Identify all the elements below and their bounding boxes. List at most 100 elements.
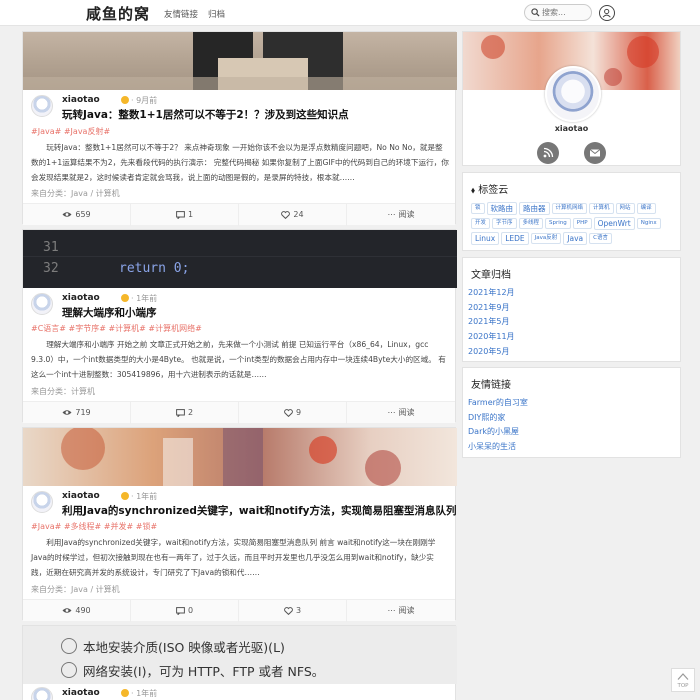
- author-name[interactable]: xiaotao: [62, 688, 100, 698]
- rss-icon: [543, 147, 554, 158]
- tag-cloud-header: ⬧ 标签云: [471, 181, 508, 196]
- tag-cloud-item[interactable]: 网站: [615, 202, 635, 214]
- post-banner-image[interactable]: [23, 428, 457, 486]
- rss-button[interactable]: [537, 142, 559, 164]
- nav-archive-link[interactable]: 归档: [208, 8, 225, 20]
- post-footer: 719 2 9 ⋯ 阅读: [23, 401, 455, 424]
- back-to-top-button[interactable]: TOP: [671, 668, 695, 692]
- author-avatar[interactable]: [31, 293, 53, 315]
- more-dots-icon: ⋯: [387, 408, 396, 417]
- post-tags[interactable]: #Java# #多线程# #并发# #锁#: [31, 521, 157, 532]
- site-title[interactable]: 咸鱼的窝: [86, 3, 150, 24]
- archive-link[interactable]: 2021年12月: [468, 286, 668, 301]
- author-avatar[interactable]: [31, 95, 53, 117]
- search-box[interactable]: [524, 4, 592, 21]
- radio-option-icon: [61, 662, 77, 678]
- tag-cloud-item[interactable]: Java反射: [530, 232, 562, 244]
- archive-link[interactable]: 2021年5月: [468, 315, 668, 330]
- read-more-button[interactable]: ⋯ 阅读: [347, 402, 455, 424]
- tag-cloud-item[interactable]: Nginx: [636, 217, 661, 229]
- post-banner-image[interactable]: [23, 32, 457, 90]
- post-time: · 1年前: [131, 689, 158, 698]
- tag-cloud-item[interactable]: 路由器: [519, 201, 550, 215]
- comments-button[interactable]: 1: [131, 204, 239, 226]
- friend-links-list: Farmer的自习室 DIY熙的家 Dark的小黑屋 小呆呆的生活: [468, 396, 668, 455]
- archive-link[interactable]: 2021年9月: [468, 301, 668, 316]
- archive-link[interactable]: 2020年5月: [468, 345, 668, 360]
- top-navbar: 咸鱼的窝 友情链接 归档: [0, 0, 700, 26]
- archive-title: 文章归档: [471, 270, 511, 281]
- tag-cloud-item[interactable]: 软路由: [486, 201, 518, 215]
- archive-link[interactable]: 2020年11月: [468, 330, 668, 345]
- tag-cloud-item[interactable]: Linux: [471, 231, 500, 245]
- nav-friends-link[interactable]: 友情链接: [164, 8, 198, 20]
- code-snippet: return 0;: [119, 261, 190, 276]
- post-category[interactable]: 来自分类：Java / 计算机: [31, 584, 120, 595]
- comments-button[interactable]: 2: [131, 402, 239, 424]
- tag-cloud-item[interactable]: PHP: [572, 217, 592, 229]
- friend-link[interactable]: Farmer的自习室: [468, 396, 668, 411]
- post-card[interactable]: xiaotao · 1年前 利用Java的synchronized关键字，wai…: [22, 427, 457, 622]
- eye-icon: [62, 410, 72, 415]
- tag-cloud-item[interactable]: 锁: [471, 202, 485, 214]
- tag-cloud-card: ⬧ 标签云 锁软路由 路由器 计算机网络 计算机 网站 编译开发 字节序 多线程 Spring P…: [462, 172, 681, 251]
- tag-cloud-item[interactable]: 开发: [471, 217, 491, 229]
- comments-button[interactable]: 0: [131, 600, 239, 622]
- author-avatar[interactable]: [31, 491, 53, 513]
- profile-avatar[interactable]: [545, 66, 601, 122]
- post-card[interactable]: xiaotao · 9月前 玩转Java：整数1+1居然可以不等于2！？涉及到这…: [22, 31, 457, 226]
- friend-link[interactable]: Dark的小黑屋: [468, 425, 668, 440]
- views-count: 659: [23, 204, 131, 226]
- search-input[interactable]: [542, 7, 590, 18]
- post-title[interactable]: 理解大端序和小端序: [62, 305, 157, 320]
- post-title[interactable]: 玩转Java：整数1+1居然可以不等于2！？涉及到这些知识点: [62, 107, 349, 122]
- heart-icon: [284, 606, 293, 615]
- post-card[interactable]: 本地安装介质(ISO 映像或者光驱)(L) 网络安装(I)，可为 HTTP、FT…: [22, 625, 457, 700]
- tag-cloud-item[interactable]: 计算机网络: [551, 202, 588, 214]
- friend-link[interactable]: DIY熙的家: [468, 411, 668, 426]
- verified-badge-icon: [121, 689, 129, 697]
- tag-cloud-item[interactable]: 计算机: [589, 202, 614, 214]
- email-button[interactable]: [584, 142, 606, 164]
- banner-anime-art: [61, 428, 401, 486]
- back-to-top-label: TOP: [677, 683, 689, 689]
- post-banner-image[interactable]: 本地安装介质(ISO 映像或者光驱)(L) 网络安装(I)，可为 HTTP、FT…: [23, 626, 457, 684]
- friend-links-card: 友情链接 Farmer的自习室 DIY熙的家 Dark的小黑屋 小呆呆的生活: [462, 367, 681, 458]
- tag-cloud-item[interactable]: Spring: [545, 217, 571, 229]
- author-name[interactable]: xiaotao: [62, 95, 100, 105]
- post-category[interactable]: 来自分类：Java / 计算机: [31, 188, 120, 199]
- tag-cloud-item[interactable]: 多线程: [518, 217, 544, 229]
- views-count: 719: [23, 402, 131, 424]
- post-tags[interactable]: #C语言# #字节序# #计算机# #计算机网络#: [31, 323, 202, 334]
- like-button[interactable]: 3: [239, 600, 347, 622]
- post-footer: 490 0 3 ⋯ 阅读: [23, 599, 455, 622]
- post-card[interactable]: 31 32 return 0; xiaotao · 1年前 理解大端序和小端序 …: [22, 229, 457, 424]
- tag-cloud-item[interactable]: Java: [563, 231, 588, 245]
- archive-card: 文章归档 2021年12月 2021年9月 2021年5月 2020年11月 2…: [462, 257, 681, 362]
- read-more-button[interactable]: ⋯ 阅读: [347, 204, 455, 226]
- heart-icon: [281, 210, 291, 219]
- tag-cloud-item[interactable]: 编译: [636, 202, 656, 214]
- author-name[interactable]: xiaotao: [62, 491, 100, 501]
- post-tags[interactable]: #Java# #Java反射#: [31, 126, 110, 137]
- user-account-button[interactable]: [599, 5, 615, 21]
- like-button[interactable]: 9: [239, 402, 347, 424]
- author-name[interactable]: xiaotao: [62, 293, 100, 303]
- post-excerpt: 利用Java的synchronized关键字，wait和notify方法，实现简…: [31, 538, 436, 577]
- like-button[interactable]: 24: [239, 204, 347, 226]
- friend-links-title: 友情链接: [471, 380, 511, 391]
- tag-cloud-item[interactable]: OpenWrt: [593, 216, 635, 230]
- tag-cloud-item[interactable]: C语言: [589, 232, 612, 244]
- comment-icon: [176, 210, 185, 219]
- tag-cloud-item[interactable]: LEDE: [501, 231, 529, 245]
- read-more-button[interactable]: ⋯ 阅读: [347, 600, 455, 622]
- post-title[interactable]: 利用Java的synchronized关键字，wait和notify方法，实现简…: [62, 503, 457, 518]
- profile-name[interactable]: xiaotao: [463, 124, 680, 133]
- tag-cloud-item[interactable]: 字节序: [492, 217, 517, 229]
- post-banner-image[interactable]: 31 32 return 0;: [23, 230, 457, 288]
- post-category[interactable]: 来自分类：计算机: [31, 386, 95, 397]
- friend-link[interactable]: 小呆呆的生活: [468, 440, 668, 455]
- post-excerpt: 理解大端序和小端序 开始之前 文章正式开始之前，先来做一个小测试 前提 已知运行…: [31, 340, 446, 379]
- author-avatar[interactable]: [31, 687, 53, 700]
- post-excerpt: 玩转Java：整数1+1居然可以不等于2？ 来点神奇现象 一开始你该不会以为是浮…: [31, 143, 449, 182]
